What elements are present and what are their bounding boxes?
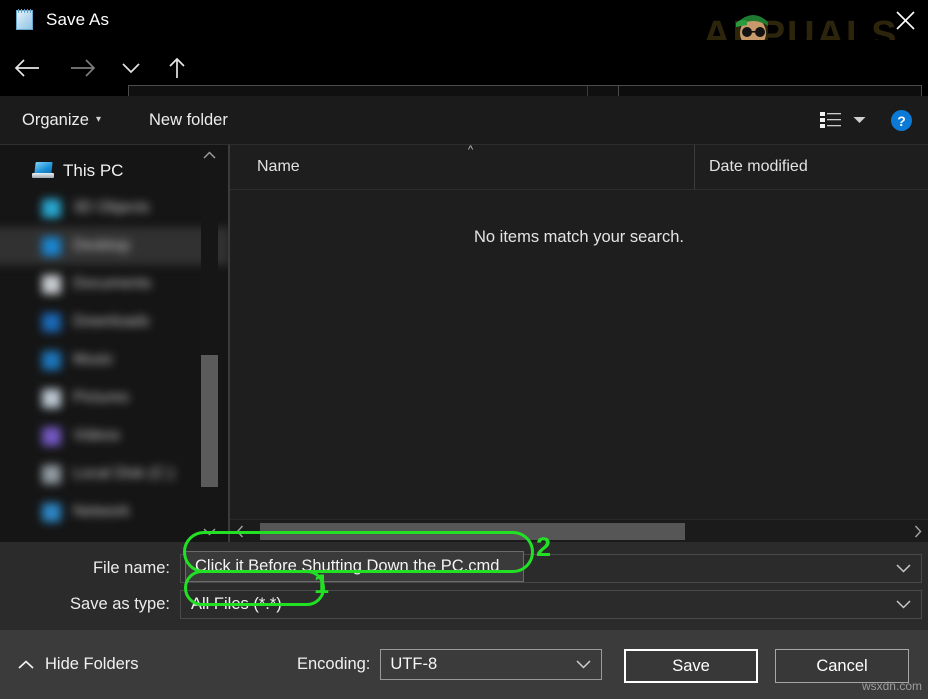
save-as-type-combo[interactable]: All Files (*.*) <box>180 589 922 619</box>
sidebar-item-label: Network <box>73 503 130 520</box>
close-icon[interactable] <box>882 0 928 40</box>
navigation-pane: This PC 3D Objects Desktop Documents Dow… <box>0 145 230 542</box>
sidebar-item-label: Pictures <box>73 389 129 406</box>
horizontal-scroll-track[interactable] <box>250 522 908 540</box>
encoding-value: UTF-8 <box>390 655 438 673</box>
file-name-input[interactable]: Click it Before Shutting Down the PC.cmd <box>185 551 524 582</box>
arrow-right-icon[interactable] <box>66 51 100 85</box>
sidebar-scroll-track[interactable] <box>201 165 218 522</box>
save-as-type-row: Save as type: All Files (*.*) <box>0 586 928 622</box>
file-name-row: File name: Click it Before Shutting Down… <box>0 550 928 586</box>
file-list-pane: Name ^ Date modified No items match your… <box>230 144 928 542</box>
sidebar-item-label: Downloads <box>73 313 150 330</box>
dialog-footer: Hide Folders Encoding: UTF-8 Save Cancel… <box>0 630 928 699</box>
file-name-label: File name: <box>92 558 170 577</box>
file-name-chevron-down-icon[interactable] <box>896 555 911 582</box>
cancel-button[interactable]: Cancel <box>775 649 909 683</box>
sidebar-item-label: Music <box>73 351 114 368</box>
file-name-value: Click it Before Shutting Down the PC.cmd <box>195 557 500 575</box>
sidebar-item-documents[interactable]: Documents <box>0 265 230 303</box>
empty-list-message: No items match your search. <box>474 228 684 246</box>
hide-folders-button[interactable]: Hide Folders <box>18 655 139 674</box>
scroll-up-chevron-up-icon[interactable] <box>203 145 216 165</box>
sidebar-scrollbar[interactable] <box>201 145 218 542</box>
column-label: Name <box>257 158 300 175</box>
annotation-marker-1: 1 <box>314 569 330 599</box>
encoding-label: Encoding: <box>297 655 371 673</box>
sort-ascending-icon: ^ <box>468 144 474 156</box>
arrow-left-icon[interactable] <box>10 51 44 85</box>
sidebar-item-downloads[interactable]: Downloads <box>0 303 230 341</box>
horizontal-scroll-thumb[interactable] <box>260 522 685 540</box>
sidebar-item-network[interactable]: Network <box>0 493 230 531</box>
sidebar-item-pictures[interactable]: Pictures <box>0 379 230 417</box>
computer-icon <box>32 162 54 180</box>
organize-button[interactable]: Organize ▾ <box>22 111 101 130</box>
encoding-chevron-down-icon[interactable] <box>576 650 591 679</box>
scroll-down-chevron-down-icon[interactable] <box>203 522 216 542</box>
column-header-date-modified[interactable]: Date modified <box>694 145 808 189</box>
window-title: Save As <box>46 10 110 29</box>
encoding-select[interactable]: UTF-8 <box>380 649 603 680</box>
new-folder-button[interactable]: New folder <box>149 111 228 130</box>
save-as-type-chevron-down-icon[interactable] <box>896 591 911 618</box>
column-header-row: Name ^ Date modified <box>230 144 928 190</box>
chevron-up-icon <box>18 655 34 674</box>
notepad-icon <box>14 9 36 31</box>
view-chevron-down-icon[interactable] <box>846 109 872 131</box>
encoding-group: Encoding: UTF-8 <box>297 630 603 699</box>
sidebar-item-local-disk[interactable]: Local Disk (C:) <box>0 455 230 493</box>
help-button[interactable]: ? <box>891 110 912 131</box>
sidebar-item-label: Documents <box>73 275 152 292</box>
chevron-down-icon: ▾ <box>95 114 101 125</box>
view-details-icon[interactable] <box>818 109 844 131</box>
view-controls <box>818 96 872 144</box>
sidebar-item-label: Videos <box>73 427 121 444</box>
sidebar-item-desktop[interactable]: Desktop <box>0 227 230 265</box>
annotation-marker-2: 2 <box>536 532 552 562</box>
hide-folders-label: Hide Folders <box>45 655 139 673</box>
sidebar-root-label: This PC <box>63 161 124 180</box>
sidebar-item-label: Local Disk (C:) <box>73 465 175 482</box>
save-as-type-label: Save as type: <box>70 594 170 613</box>
command-bar: Organize ▾ New folder ? <box>0 96 928 145</box>
file-list-horizontal-scrollbar[interactable] <box>230 519 928 542</box>
sidebar-item-label: Desktop <box>73 237 130 254</box>
scroll-left-chevron-left-icon[interactable] <box>230 524 250 538</box>
column-label: Date modified <box>709 158 808 175</box>
recent-locations-chevron-down-icon[interactable] <box>114 51 148 85</box>
sidebar-item-videos[interactable]: Videos <box>0 417 230 455</box>
save-button[interactable]: Save <box>624 649 758 683</box>
sidebar-item-this-pc[interactable]: This PC <box>0 145 230 181</box>
new-folder-label: New folder <box>148 110 228 129</box>
sidebar-item-list: 3D Objects Desktop Documents Downloads M… <box>0 189 230 531</box>
sidebar-scroll-thumb[interactable] <box>201 355 218 487</box>
save-as-type-value: All Files (*.*) <box>191 594 282 613</box>
sidebar-item-music[interactable]: Music <box>0 341 230 379</box>
organize-label: Organize <box>22 110 89 129</box>
file-form: File name: Click it Before Shutting Down… <box>0 542 928 630</box>
scroll-right-chevron-right-icon[interactable] <box>908 524 928 538</box>
column-header-name[interactable]: Name ^ <box>230 144 694 189</box>
arrow-up-icon[interactable] <box>160 51 194 85</box>
dialog-body: This PC 3D Objects Desktop Documents Dow… <box>0 144 928 542</box>
sidebar-item-3d-objects[interactable]: 3D Objects <box>0 189 230 227</box>
title-bar: Save As APPUALS <box>0 0 928 56</box>
sidebar-item-label: 3D Objects <box>73 199 150 216</box>
save-as-dialog: Save As APPUALS « D <box>0 0 928 699</box>
navigation-bar: « Desktop › New folder (2) Search New fo… <box>0 40 928 132</box>
